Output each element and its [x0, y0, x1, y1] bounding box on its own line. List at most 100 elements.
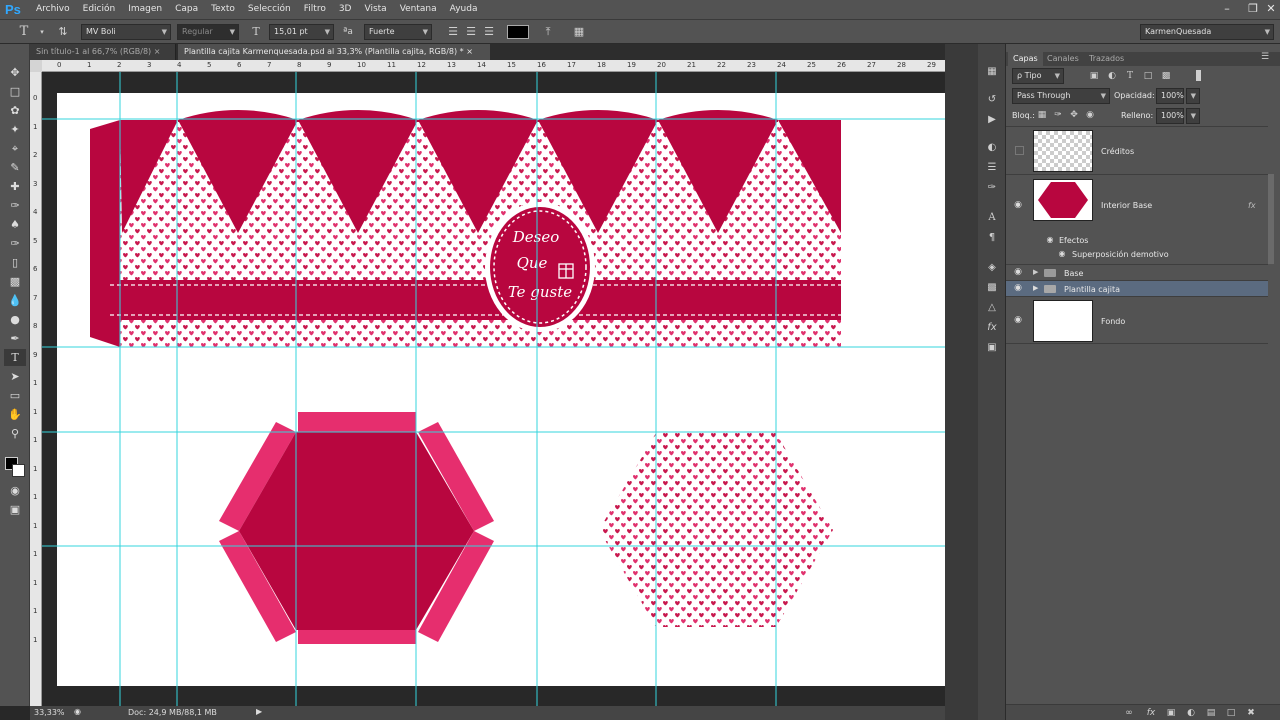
hexagon-base — [219, 412, 494, 644]
effects-label: Efectos — [1059, 236, 1089, 245]
layer-name[interactable]: Créditos — [1101, 147, 1134, 156]
panel-tab-bar: Capas Canales Trazados ☰ — [1006, 52, 1280, 66]
chevron-down-icon: ▼ — [1190, 112, 1196, 120]
opacity-slider-toggle[interactable]: ▼ — [1186, 88, 1200, 104]
opacity-label: Opacidad: — [1114, 91, 1155, 100]
panel-menu-icon[interactable]: ☰ — [1261, 52, 1269, 62]
swatches-icon[interactable]: ▣ — [982, 340, 1002, 356]
layer-effects-row[interactable]: ◉ Efectos — [1006, 234, 1268, 248]
lock-position-icon[interactable]: ✥ — [1066, 107, 1082, 123]
layer-filter-value: ρ Tipo — [1017, 71, 1042, 80]
eye-icon[interactable]: ◉ — [1012, 315, 1024, 327]
filter-adjustment-icon[interactable]: ◐ — [1104, 68, 1120, 84]
zoom-level[interactable]: 33,33% — [34, 708, 65, 717]
fill-slider-toggle[interactable]: ▼ — [1186, 108, 1200, 124]
trash-icon[interactable]: ✖ — [1243, 705, 1259, 720]
chevron-down-icon: ▼ — [1264, 28, 1270, 36]
channels-icon[interactable]: ▩ — [982, 280, 1002, 296]
layer-thumbnail — [1033, 179, 1093, 221]
blend-mode-value: Pass Through — [1017, 91, 1071, 100]
new-adjustment-icon[interactable]: ◐ — [1183, 705, 1199, 720]
eye-icon[interactable]: ◉ — [1056, 249, 1068, 261]
lock-pixels-icon[interactable]: ✑ — [1050, 107, 1066, 123]
expand-arrow-icon[interactable]: ▶ — [1033, 268, 1038, 276]
layer-group-base[interactable]: ◉ ▶ Base — [1006, 264, 1268, 280]
label-medallion: Deseo Que Te guste — [485, 202, 595, 332]
link-layers-icon[interactable]: ∞ — [1121, 705, 1137, 720]
layer-name[interactable]: Base — [1064, 269, 1083, 278]
folder-icon — [1044, 269, 1056, 277]
artwork[interactable]: Deseo Que Te guste — [0, 0, 960, 706]
opacity-field[interactable]: 100% — [1156, 88, 1184, 104]
minibridge-icon[interactable]: ▦ — [982, 64, 1002, 80]
eye-icon[interactable]: ◉ — [1012, 267, 1024, 279]
layer-row-interior-base[interactable]: ◉ Interior Base fx — [1006, 174, 1268, 234]
layer-thumbnail — [1033, 130, 1093, 172]
layers-panel: Capas Canales Trazados ☰ ρ Tipo ▼ ▣ ◐ T □… — [1005, 44, 1280, 720]
styles-icon[interactable]: fx — [982, 320, 1002, 336]
eye-icon[interactable]: ◉ — [1012, 200, 1024, 212]
properties-icon[interactable]: ☰ — [982, 160, 1002, 176]
paths-icon[interactable]: △ — [982, 300, 1002, 316]
layers-icon[interactable]: ◈ — [982, 260, 1002, 276]
eye-icon[interactable]: ◉ — [1012, 283, 1024, 295]
layer-row-creditos[interactable]: Créditos — [1006, 126, 1268, 174]
adjustments-icon[interactable]: ◐ — [982, 140, 1002, 156]
filter-type-icon[interactable]: T — [1122, 68, 1138, 84]
layer-thumbnail — [1033, 300, 1093, 342]
layers-footer: ∞ fx ▣ ◐ ▤ □ ✖ — [1006, 704, 1280, 720]
tab-trazados[interactable]: Trazados — [1084, 52, 1129, 66]
actions-icon[interactable]: ▶ — [982, 112, 1002, 128]
filter-toggle-icon[interactable] — [1196, 70, 1201, 81]
history-icon[interactable]: ↺ — [982, 92, 1002, 108]
blend-mode-select[interactable]: Pass Through ▼ — [1012, 88, 1110, 104]
label-line-1: Deseo — [512, 228, 560, 246]
chevron-down-icon: ▼ — [1054, 72, 1060, 80]
flap-top — [298, 412, 416, 432]
new-layer-icon[interactable]: □ — [1223, 705, 1239, 720]
layer-effect-item-row[interactable]: ◉ Superposición demotivo — [1006, 248, 1268, 262]
visibility-off-box[interactable] — [1015, 146, 1024, 155]
filter-pixel-icon[interactable]: ▣ — [1086, 68, 1102, 84]
workspace-select[interactable]: KarmenQuesada ▼ — [1140, 24, 1274, 40]
workspace-value: KarmenQuesada — [1145, 27, 1212, 36]
add-style-icon[interactable]: fx — [1143, 705, 1159, 720]
status-bar: 33,33% ◉ Doc: 24,9 MB/88,1 MB ▶ — [30, 706, 945, 720]
eye-icon[interactable]: ◉ — [1044, 235, 1056, 247]
lock-all-icon[interactable]: ◉ — [1082, 107, 1098, 123]
filter-smartobject-icon[interactable]: ▩ — [1158, 68, 1174, 84]
close-icon[interactable]: ✕ — [1258, 0, 1280, 18]
layer-name[interactable]: Fondo — [1101, 317, 1125, 326]
collapsed-panels-strip: ▦ ↺ ▶ ◐ ☰ ✑ A ¶ ◈ ▩ △ fx ▣ — [978, 44, 1005, 720]
brush-presets-icon[interactable]: ✑ — [982, 180, 1002, 196]
status-info-icon[interactable]: ◉ — [74, 707, 81, 716]
layer-row-fondo[interactable]: ◉ Fondo — [1006, 296, 1268, 344]
layer-group-plantilla-cajita[interactable]: ◉ ▶ Plantilla cajita — [1006, 280, 1268, 296]
folder-icon — [1044, 285, 1056, 293]
lock-label: Bloq.: — [1012, 111, 1035, 120]
tab-canales[interactable]: Canales — [1042, 52, 1084, 66]
minimize-icon[interactable]: – — [1214, 0, 1240, 18]
expand-arrow-icon[interactable]: ▶ — [1033, 284, 1038, 292]
add-mask-icon[interactable]: ▣ — [1163, 705, 1179, 720]
layers-scrollbar[interactable] — [1268, 174, 1274, 264]
doc-size: Doc: 24,9 MB/88,1 MB — [128, 708, 217, 717]
filter-shape-icon[interactable]: □ — [1140, 68, 1156, 84]
lock-transparent-icon[interactable]: ▦ — [1034, 107, 1050, 123]
status-menu-arrow-icon[interactable]: ▶ — [256, 707, 262, 716]
layer-filter-select[interactable]: ρ Tipo ▼ — [1012, 68, 1064, 84]
fill-field[interactable]: 100% — [1156, 108, 1184, 124]
character-icon[interactable]: A — [982, 210, 1002, 226]
new-group-icon[interactable]: ▤ — [1203, 705, 1219, 720]
paragraph-icon[interactable]: ¶ — [982, 230, 1002, 246]
panel-dock-gap — [945, 44, 978, 720]
fx-icon[interactable]: fx — [1248, 201, 1256, 210]
label-line-3: Te guste — [508, 283, 572, 301]
layer-name[interactable]: Plantilla cajita — [1064, 285, 1120, 294]
layer-name[interactable]: Interior Base — [1101, 201, 1152, 210]
box-side-template: Deseo Que Te guste — [90, 110, 841, 347]
hexagon-interior-pattern — [599, 433, 833, 627]
label-line-2: Que — [517, 254, 548, 272]
tab-capas[interactable]: Capas — [1008, 52, 1043, 66]
glue-flap — [90, 120, 120, 347]
